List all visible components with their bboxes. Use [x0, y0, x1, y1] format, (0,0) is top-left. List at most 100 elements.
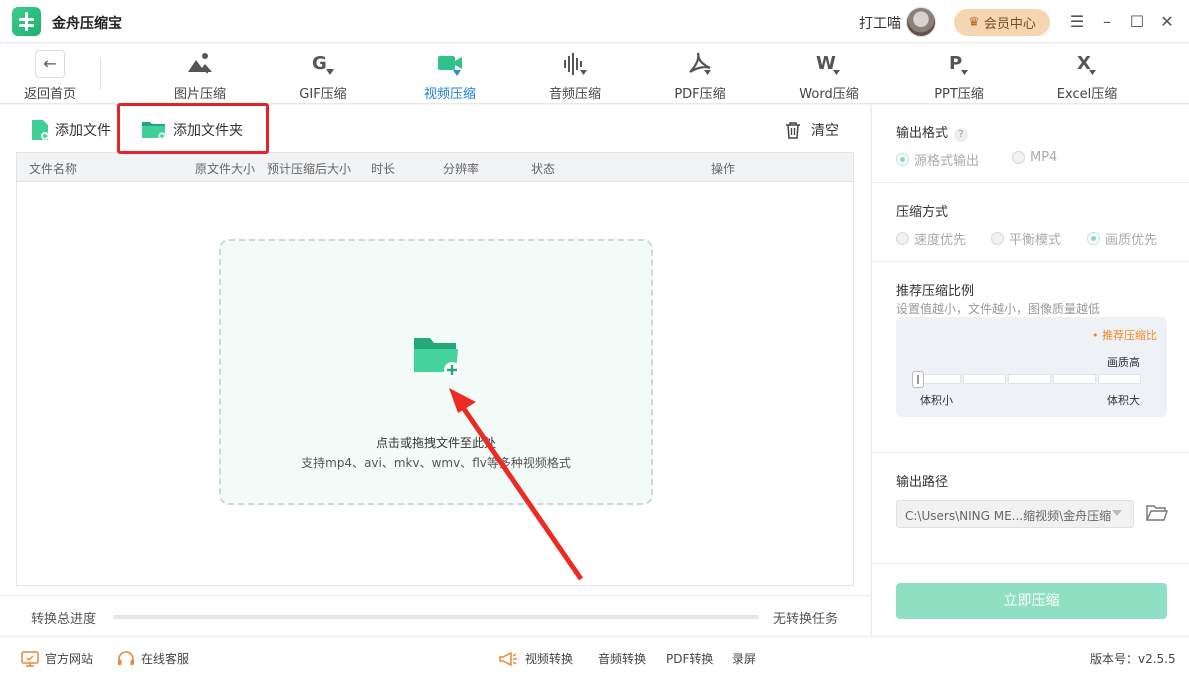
tab-excel-compress[interactable]: X Excel压缩	[1037, 44, 1137, 104]
col-status: 状态	[531, 162, 556, 176]
progress-row: 转换总进度 无转换任务	[0, 595, 870, 635]
gif-icon: G	[312, 53, 334, 75]
svg-text:W: W	[816, 53, 836, 74]
ratio-title: 推荐压缩比例	[896, 284, 975, 299]
username[interactable]: 打工喵	[859, 13, 901, 33]
video-icon	[438, 56, 462, 76]
radio-balanced[interactable]: 平衡模式	[991, 229, 1061, 248]
ratio-hint: 设置值越小，文件越小，图像质量越低	[896, 302, 1101, 316]
col-operation: 操作	[711, 162, 736, 176]
col-original-size: 原文件大小	[195, 162, 256, 176]
pdf-icon	[689, 52, 711, 75]
slider-segment[interactable]	[1008, 374, 1051, 384]
tab-label: PPT压缩	[934, 87, 984, 102]
official-website-link[interactable]: 官方网站	[21, 650, 93, 667]
tool-bar: ← 返回首页 图片压缩 G GIF压缩 视频压缩 音频压缩 PDF压缩 W Wo…	[0, 44, 1189, 104]
radio-label: 画质优先	[1105, 233, 1158, 248]
minimize-icon[interactable]: –	[1097, 12, 1117, 32]
divider	[872, 452, 1189, 453]
version-label: 版本号：v2.5.5	[1090, 652, 1176, 666]
chevron-down-icon[interactable]	[1112, 510, 1122, 516]
highlight-box	[117, 103, 269, 154]
add-file-icon	[32, 120, 49, 140]
close-icon[interactable]: ✕	[1157, 12, 1177, 32]
help-icon[interactable]: ?	[954, 128, 969, 142]
pdf-convert-link[interactable]: PDF转换	[666, 650, 713, 667]
radio-label: MP4	[1030, 150, 1058, 165]
radio-mp4[interactable]: MP4	[1012, 150, 1057, 165]
radio-dot	[1012, 151, 1025, 164]
drop-zone-formats: 支持mp4、avi、mkv、wmv、flv等多种视频格式	[301, 456, 571, 470]
tab-pdf-compress[interactable]: PDF压缩	[650, 44, 750, 104]
tab-audio-compress[interactable]: 音频压缩	[525, 44, 625, 104]
radio-dot	[991, 232, 1004, 245]
radio-dot	[896, 153, 909, 166]
add-folder-icon	[414, 338, 460, 378]
compress-mode-title: 压缩方式	[896, 205, 949, 220]
output-format-label: 输出格式	[896, 126, 949, 141]
volume-big-label: 体积大	[1107, 394, 1140, 407]
avatar[interactable]	[906, 7, 936, 37]
vip-center-button[interactable]: ♛ 会员中心	[954, 9, 1050, 36]
tab-word-compress[interactable]: W Word压缩	[779, 44, 879, 104]
tab-label: GIF压缩	[299, 87, 347, 102]
tab-label: Word压缩	[799, 87, 859, 102]
excel-icon: X	[1077, 53, 1096, 75]
footer-link-label: 视频转换	[525, 652, 574, 666]
drop-zone[interactable]: 点击或拖拽文件至此处 支持mp4、avi、mkv、wmv、flv等多种视频格式	[219, 239, 653, 505]
video-convert-link[interactable]: 视频转换	[497, 650, 573, 667]
clear-button[interactable]: 清空	[785, 117, 839, 143]
tab-ppt-compress[interactable]: P PPT压缩	[909, 44, 1009, 104]
vip-center-label: 会员中心	[983, 17, 1036, 32]
radio-speed-first[interactable]: 速度优先	[896, 229, 966, 248]
radio-label: 平衡模式	[1009, 233, 1062, 248]
svg-text:X: X	[1077, 53, 1091, 74]
screen-record-link[interactable]: 录屏	[732, 650, 756, 667]
app-logo-icon	[12, 7, 41, 36]
volume-small-label: 体积小	[920, 394, 953, 407]
monitor-icon	[21, 650, 39, 667]
radio-dot	[896, 232, 909, 245]
tab-image-compress[interactable]: 图片压缩	[150, 44, 250, 104]
progress-label: 转换总进度	[31, 612, 97, 627]
slider-segment[interactable]	[963, 374, 1006, 384]
audio-convert-link[interactable]: 音频转换	[598, 650, 646, 667]
online-support-link[interactable]: 在线客服	[117, 650, 189, 667]
slider-segment[interactable]	[1098, 374, 1141, 384]
online-support-label: 在线客服	[141, 652, 190, 666]
tab-gif-compress[interactable]: G GIF压缩	[273, 44, 373, 104]
slider-segment[interactable]	[918, 374, 961, 384]
image-icon	[188, 53, 212, 74]
open-folder-icon[interactable]	[1146, 503, 1168, 523]
ppt-icon: P	[949, 53, 968, 75]
drop-zone-title: 点击或拖拽文件至此处	[375, 436, 496, 450]
tab-label: 视频压缩	[423, 87, 476, 102]
compress-now-button[interactable]: 立即压缩	[896, 583, 1167, 619]
menu-icon[interactable]: ☰	[1067, 12, 1087, 32]
progress-status: 无转换任务	[773, 612, 839, 627]
add-file-button[interactable]: 添加文件	[31, 117, 111, 143]
app-title: 金舟压缩宝	[52, 16, 122, 32]
trash-icon	[786, 122, 800, 139]
output-path-select[interactable]: C:\Users\NING ME...缩视频\金舟压缩	[896, 500, 1134, 528]
svg-text:G: G	[312, 53, 327, 74]
table-header: 文件名称 原文件大小 预计压缩后大小 时长 分辨率 状态 操作	[17, 153, 853, 182]
maximize-icon[interactable]: ☐	[1127, 12, 1147, 32]
progress-bar	[113, 615, 759, 619]
megaphone-icon	[499, 651, 517, 666]
back-button[interactable]: ←	[35, 50, 65, 78]
file-list-panel: 添加文件 添加文件夹 清空 文件名称 原文件大小 预计压缩后大小 时长 分辨率 …	[0, 105, 870, 635]
radio-source-format[interactable]: 源格式输出	[896, 150, 979, 169]
word-icon: W	[816, 53, 840, 75]
audio-icon	[564, 53, 587, 75]
radio-quality-first[interactable]: 画质优先	[1087, 229, 1157, 248]
slider-segment[interactable]	[1053, 374, 1096, 384]
headset-icon	[118, 650, 134, 665]
file-table: 文件名称 原文件大小 预计压缩后大小 时长 分辨率 状态 操作 点击或拖拽文件至…	[16, 152, 854, 586]
back-label[interactable]: 返回首页	[24, 83, 76, 102]
slider-handle[interactable]	[912, 371, 924, 388]
tab-video-compress[interactable]: 视频压缩	[400, 44, 500, 104]
recommend-ratio-label: • 推荐压缩比	[1092, 329, 1157, 342]
col-filename: 文件名称	[29, 162, 78, 176]
output-path-title: 输出路径	[896, 475, 949, 490]
